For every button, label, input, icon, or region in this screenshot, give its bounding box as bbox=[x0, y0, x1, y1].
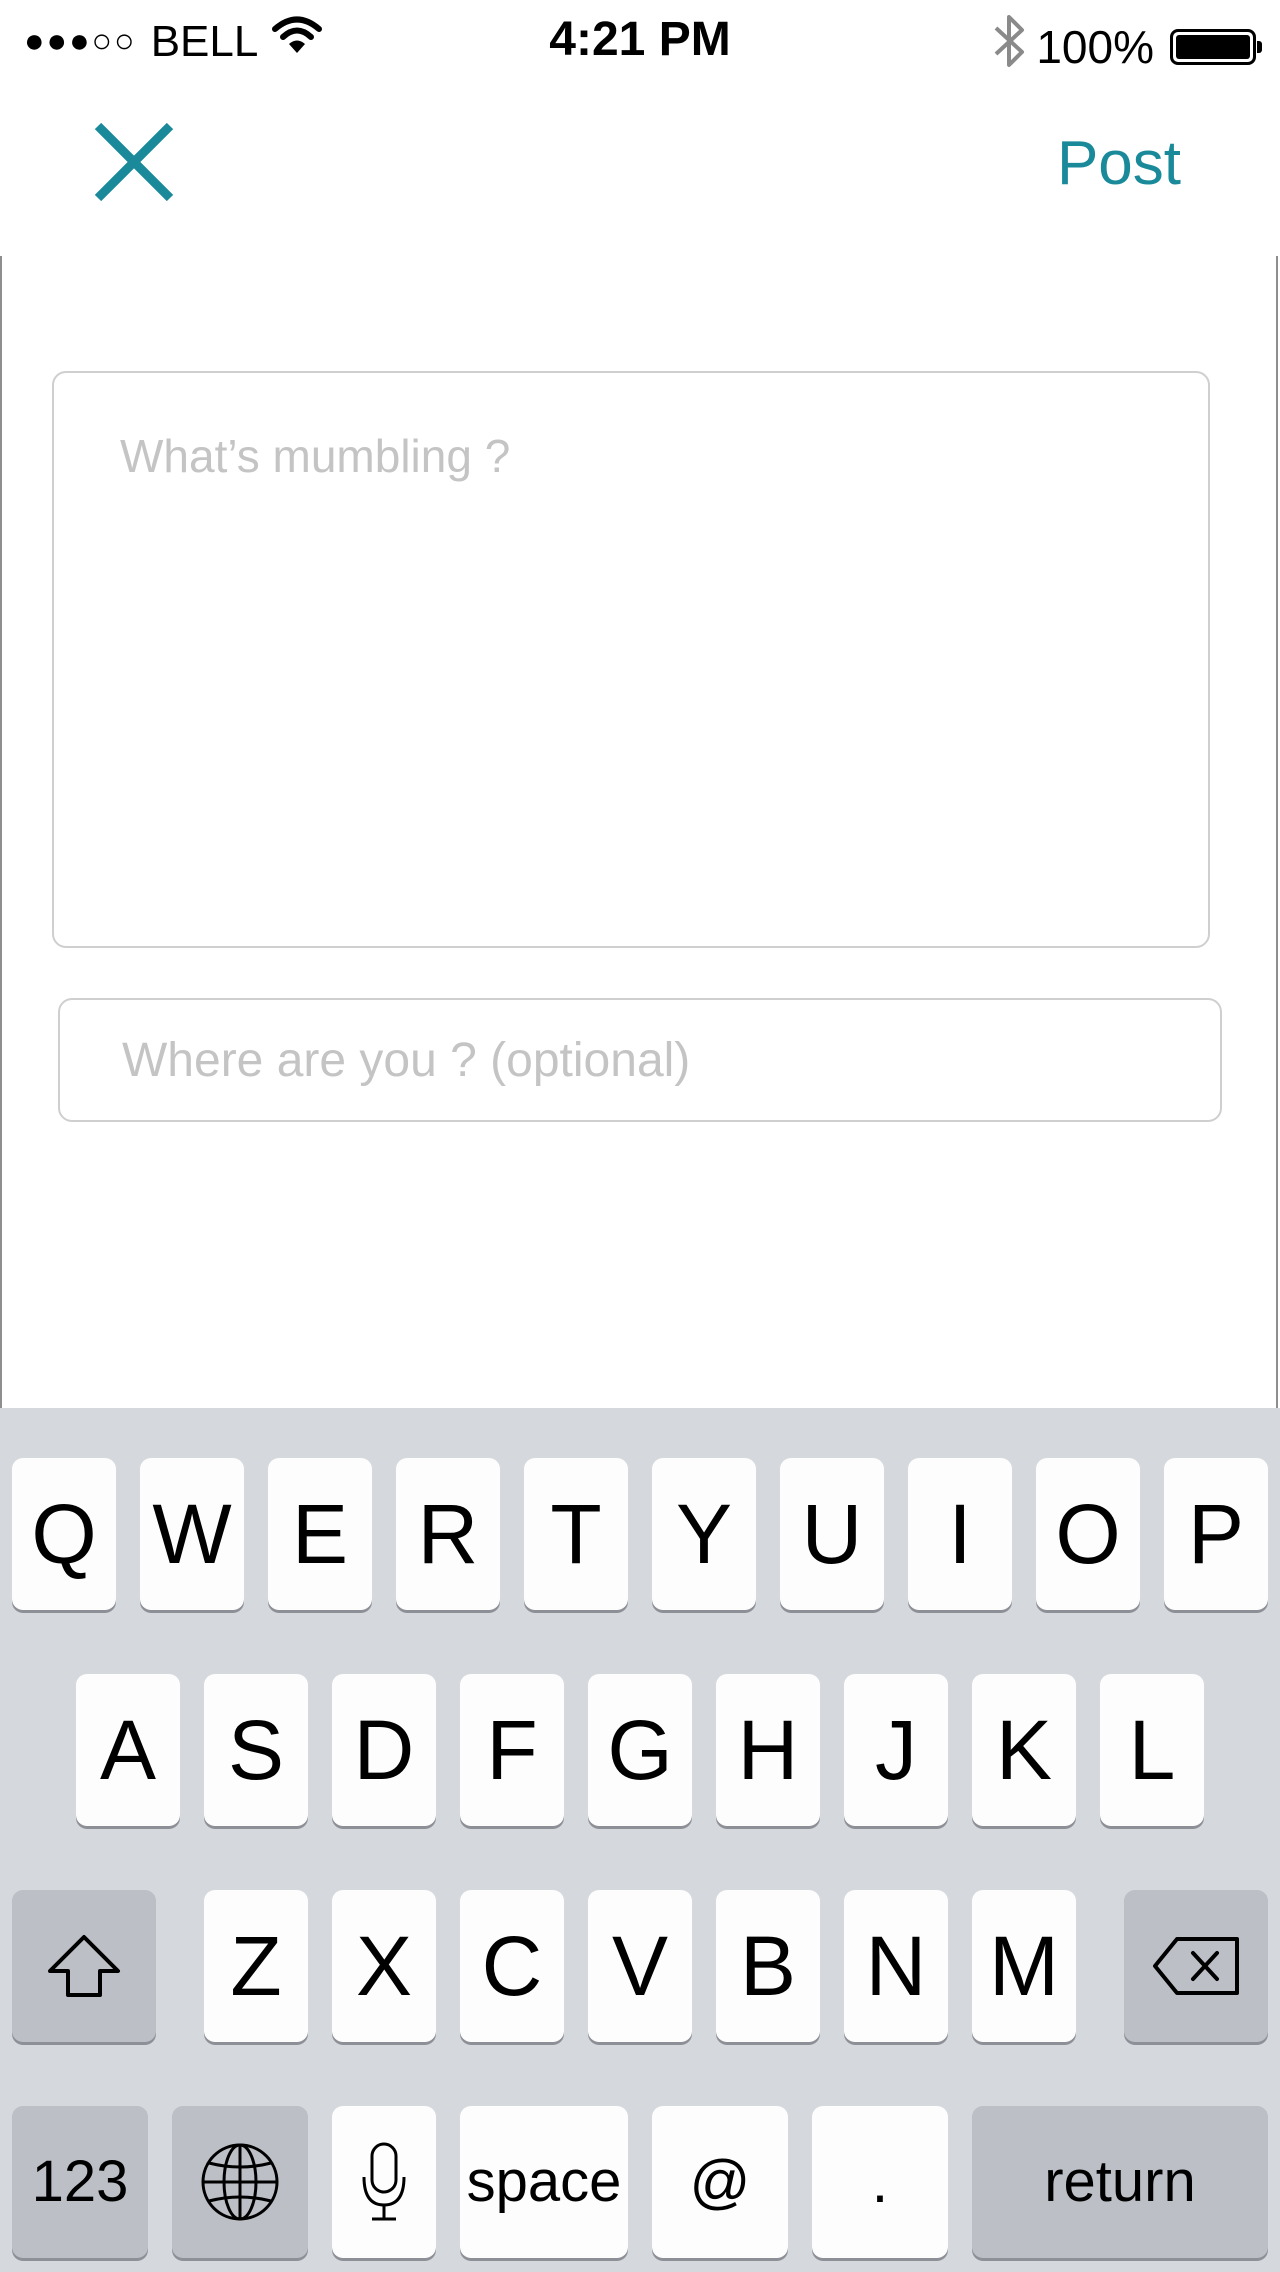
numbers-key[interactable]: 123 bbox=[12, 2106, 148, 2258]
status-bar: ●●●○○ BELL 4:21 PM 100% bbox=[0, 0, 1280, 80]
key-t[interactable]: T bbox=[524, 1458, 628, 1610]
key-label: 123 bbox=[31, 2149, 129, 2214]
key-a[interactable]: A bbox=[76, 1674, 180, 1826]
period-key[interactable]: . bbox=[812, 2106, 948, 2258]
globe-key[interactable] bbox=[172, 2106, 308, 2258]
close-button[interactable] bbox=[92, 120, 176, 204]
key-label: V bbox=[611, 1919, 669, 2013]
shift-icon bbox=[48, 1935, 120, 1997]
key-label: M bbox=[989, 1919, 1059, 2013]
status-right: 100% bbox=[992, 12, 1262, 81]
key-x[interactable]: X bbox=[332, 1890, 436, 2042]
key-g[interactable]: G bbox=[588, 1674, 692, 1826]
close-icon bbox=[94, 122, 174, 202]
key-u[interactable]: U bbox=[780, 1458, 884, 1610]
key-label: N bbox=[865, 1919, 927, 2013]
key-label: return bbox=[1044, 2149, 1196, 2214]
microphone-icon bbox=[362, 2142, 406, 2221]
key-h[interactable]: H bbox=[716, 1674, 820, 1826]
key-label: K bbox=[995, 1703, 1053, 1797]
key-b[interactable]: B bbox=[716, 1890, 820, 2042]
at-key[interactable]: @ bbox=[652, 2106, 788, 2258]
key-q[interactable]: Q bbox=[12, 1458, 116, 1610]
key-label: W bbox=[152, 1487, 232, 1581]
key-m[interactable]: M bbox=[972, 1890, 1076, 2042]
key-label: . bbox=[871, 2148, 889, 2215]
key-j[interactable]: J bbox=[844, 1674, 948, 1826]
key-n[interactable]: N bbox=[844, 1890, 948, 2042]
message-input[interactable] bbox=[52, 371, 1210, 948]
dictation-key[interactable] bbox=[332, 2106, 436, 2258]
key-f[interactable]: F bbox=[460, 1674, 564, 1826]
key-s[interactable]: S bbox=[204, 1674, 308, 1826]
key-label: B bbox=[739, 1919, 797, 2013]
post-button[interactable]: Post bbox=[1057, 128, 1181, 199]
key-label: Z bbox=[230, 1919, 282, 2013]
shift-key[interactable] bbox=[12, 1890, 156, 2042]
key-label: A bbox=[99, 1703, 157, 1797]
key-label: T bbox=[550, 1487, 602, 1581]
key-label: S bbox=[227, 1703, 285, 1797]
key-d[interactable]: D bbox=[332, 1674, 436, 1826]
key-label: P bbox=[1187, 1487, 1245, 1581]
key-label: Y bbox=[675, 1487, 733, 1581]
key-p[interactable]: P bbox=[1164, 1458, 1268, 1610]
key-label: X bbox=[355, 1919, 413, 2013]
backspace-key[interactable] bbox=[1124, 1890, 1268, 2042]
key-o[interactable]: O bbox=[1036, 1458, 1140, 1610]
key-i[interactable]: I bbox=[908, 1458, 1012, 1610]
key-l[interactable]: L bbox=[1100, 1674, 1204, 1826]
globe-icon bbox=[201, 2143, 279, 2221]
key-w[interactable]: W bbox=[140, 1458, 244, 1610]
key-label: F bbox=[486, 1703, 538, 1797]
space-key[interactable]: space bbox=[460, 2106, 628, 2258]
key-label: O bbox=[1055, 1487, 1121, 1581]
bluetooth-icon bbox=[992, 12, 1026, 81]
key-v[interactable]: V bbox=[588, 1890, 692, 2042]
battery-percent: 100% bbox=[1036, 20, 1154, 73]
compose-area bbox=[0, 256, 1278, 1408]
key-c[interactable]: C bbox=[460, 1890, 564, 2042]
key-label: R bbox=[417, 1487, 479, 1581]
key-label: @ bbox=[689, 2148, 751, 2215]
nav-bar: Post bbox=[0, 80, 1280, 256]
return-key[interactable]: return bbox=[972, 2106, 1268, 2258]
backspace-icon bbox=[1153, 1937, 1239, 1995]
key-z[interactable]: Z bbox=[204, 1890, 308, 2042]
key-label: L bbox=[1128, 1703, 1176, 1797]
key-label: D bbox=[353, 1703, 415, 1797]
key-label: J bbox=[875, 1703, 917, 1797]
key-label: H bbox=[737, 1703, 799, 1797]
key-label: Q bbox=[31, 1487, 97, 1581]
keyboard: Q W E R T Y U I O P A S D F G H J K L Z … bbox=[0, 1408, 1280, 2272]
key-k[interactable]: K bbox=[972, 1674, 1076, 1826]
key-label: space bbox=[466, 2149, 622, 2214]
key-label: I bbox=[948, 1487, 972, 1581]
key-r[interactable]: R bbox=[396, 1458, 500, 1610]
key-label: U bbox=[801, 1487, 863, 1581]
battery-icon bbox=[1170, 28, 1262, 65]
battery-fill bbox=[1176, 34, 1250, 59]
key-label: G bbox=[607, 1703, 673, 1797]
key-e[interactable]: E bbox=[268, 1458, 372, 1610]
key-y[interactable]: Y bbox=[652, 1458, 756, 1610]
location-input[interactable] bbox=[58, 998, 1222, 1122]
key-label: C bbox=[481, 1919, 543, 2013]
key-label: E bbox=[291, 1487, 349, 1581]
